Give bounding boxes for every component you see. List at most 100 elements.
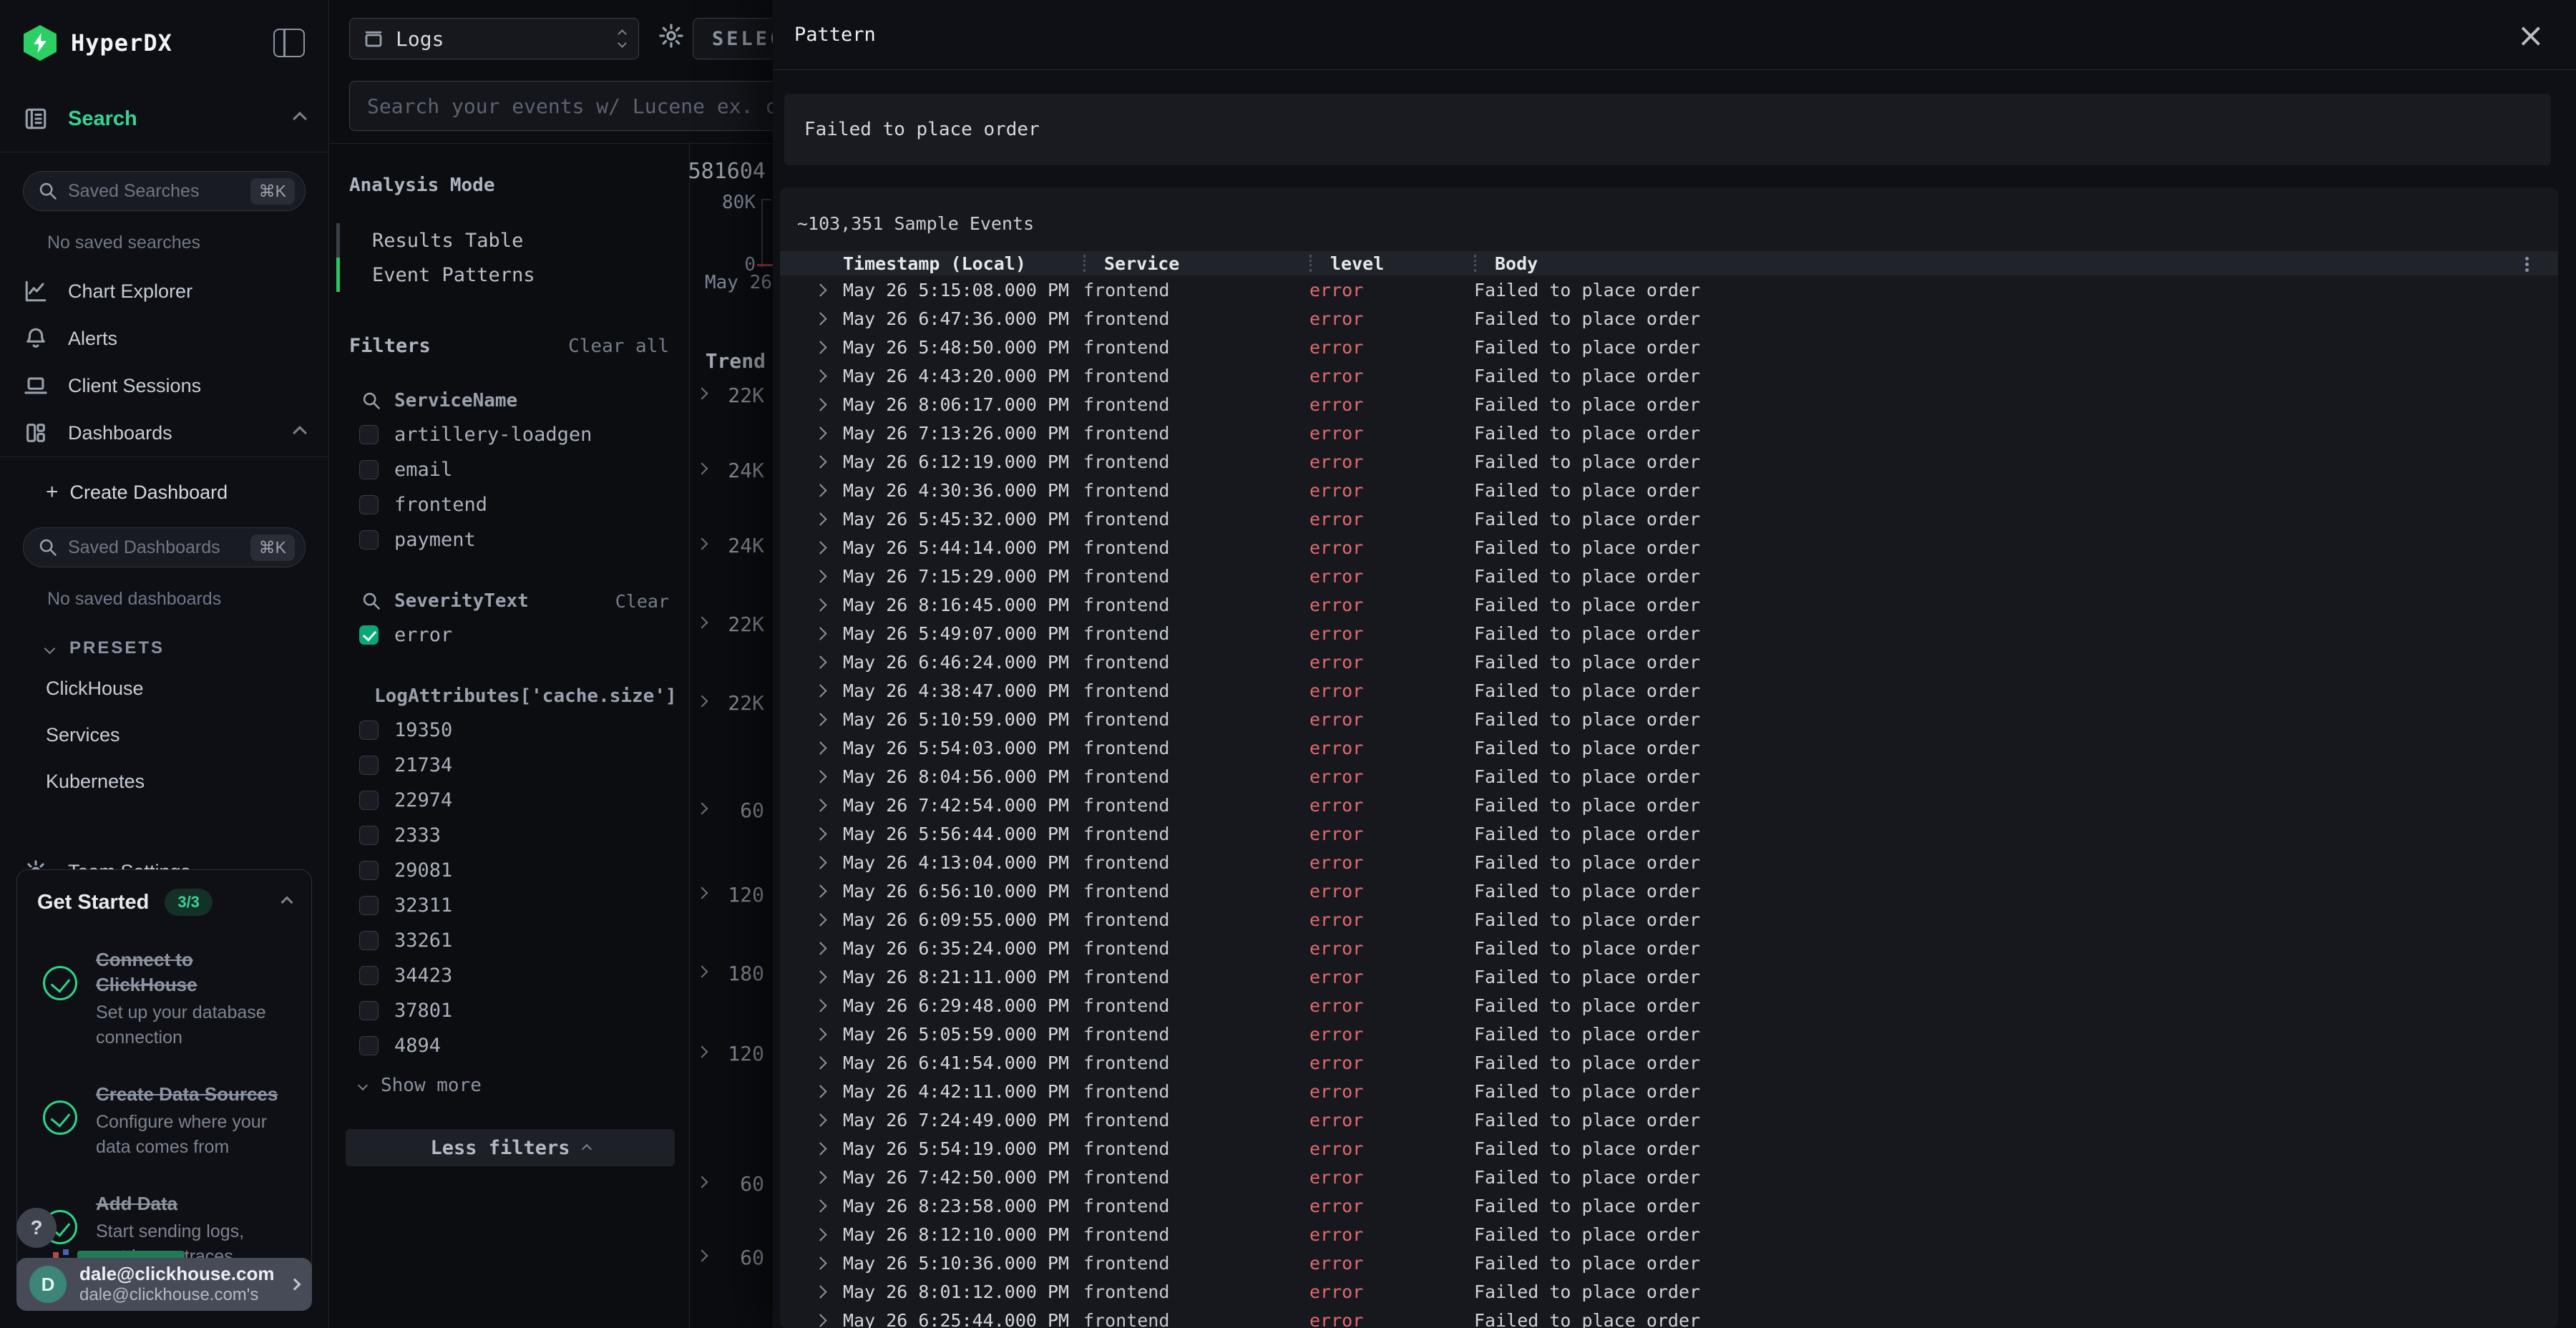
table-row[interactable]: May 26 7:42:54.000 PM frontend error Fai… (780, 791, 2558, 819)
table-row[interactable]: May 26 5:44:14.000 PM frontend error Fai… (780, 533, 2558, 562)
analysis-mode-results-table[interactable]: Results Table (336, 223, 689, 258)
row-expand-chevron-icon[interactable] (814, 1085, 826, 1098)
row-expand-chevron-icon[interactable] (814, 1142, 826, 1155)
filter-option[interactable]: 21734 (329, 748, 689, 783)
filter-option[interactable]: frontend (329, 487, 689, 522)
row-expand-chevron-icon[interactable] (814, 426, 826, 439)
table-row[interactable]: May 26 6:12:19.000 PM frontend error Fai… (780, 447, 2558, 476)
presets-toggle[interactable]: PRESETS (0, 614, 328, 658)
select-columns-button[interactable]: SELECT (693, 18, 773, 59)
preset-item[interactable]: ClickHouse (0, 665, 328, 712)
clear-all-button[interactable]: Clear all (568, 336, 669, 357)
close-icon[interactable]: × (2517, 19, 2545, 52)
row-expand-chevron-icon[interactable] (814, 398, 826, 411)
table-row[interactable]: May 26 8:16:45.000 PM frontend error Fai… (780, 590, 2558, 619)
sidebar-item-client-sessions[interactable]: Client Sessions (0, 362, 328, 409)
table-row[interactable]: May 26 6:29:48.000 PM frontend error Fai… (780, 991, 2558, 1020)
filter-option[interactable]: 22974 (329, 783, 689, 818)
pattern-row[interactable]: 22K (689, 608, 773, 640)
sidebar-item-search[interactable]: Search (0, 86, 328, 152)
expand-chevron-icon[interactable] (696, 388, 708, 400)
checkbox-unchecked[interactable] (359, 756, 379, 775)
pattern-row[interactable]: 60 (689, 794, 773, 826)
filter-option-error[interactable]: error (329, 617, 689, 653)
collapse-sidebar-icon[interactable] (273, 29, 305, 57)
help-button[interactable]: ? (16, 1208, 57, 1248)
row-expand-chevron-icon[interactable] (814, 1199, 826, 1212)
search-icon[interactable] (361, 591, 381, 611)
pattern-row[interactable]: 120 (689, 879, 773, 910)
row-expand-chevron-icon[interactable] (814, 341, 826, 353)
checkbox-unchecked[interactable] (359, 966, 379, 985)
get-started-item[interactable]: Create Data Sources Configure where your… (37, 1082, 291, 1160)
row-expand-chevron-icon[interactable] (814, 655, 826, 668)
filter-option[interactable]: 29081 (329, 853, 689, 888)
checkbox-unchecked[interactable] (359, 495, 379, 514)
row-expand-chevron-icon[interactable] (814, 455, 826, 468)
column-separator[interactable] (1083, 255, 1085, 272)
column-separator[interactable] (1309, 255, 1312, 272)
checkbox-unchecked[interactable] (359, 530, 379, 550)
filter-option[interactable]: payment (329, 522, 689, 557)
show-more-button[interactable]: Show more (329, 1063, 689, 1096)
row-expand-chevron-icon[interactable] (814, 541, 826, 554)
checkbox-unchecked[interactable] (359, 826, 379, 845)
table-row[interactable]: May 26 5:56:44.000 PM frontend error Fai… (780, 819, 2558, 848)
checkbox-unchecked[interactable] (359, 931, 379, 950)
row-expand-chevron-icon[interactable] (814, 1256, 826, 1269)
filter-option[interactable]: email (329, 452, 689, 487)
row-expand-chevron-icon[interactable] (814, 512, 826, 525)
table-row[interactable]: May 26 5:54:03.000 PM frontend error Fai… (780, 733, 2558, 762)
checkbox-unchecked[interactable] (359, 861, 379, 880)
row-expand-chevron-icon[interactable] (814, 369, 826, 382)
user-menu[interactable]: D dale@clickhouse.com dale@clickhouse.co… (16, 1258, 312, 1311)
table-row[interactable]: May 26 7:15:29.000 PM frontend error Fai… (780, 562, 2558, 590)
row-expand-chevron-icon[interactable] (814, 312, 826, 325)
pattern-row[interactable]: 24K (689, 529, 773, 561)
row-expand-chevron-icon[interactable] (814, 1113, 826, 1126)
analysis-mode-event-patterns[interactable]: Event Patterns (336, 258, 689, 292)
preset-item[interactable]: Services (0, 712, 328, 758)
chevron-up-icon[interactable] (293, 112, 307, 126)
less-filters-button[interactable]: Less filters (346, 1129, 675, 1166)
table-row[interactable]: May 26 5:10:59.000 PM frontend error Fai… (780, 705, 2558, 733)
sidebar-item-dashboards[interactable]: Dashboards (0, 409, 328, 456)
table-row[interactable]: May 26 6:56:10.000 PM frontend error Fai… (780, 877, 2558, 905)
table-row[interactable]: May 26 8:04:56.000 PM frontend error Fai… (780, 762, 2558, 791)
expand-chevron-icon[interactable] (696, 887, 708, 899)
checkbox-unchecked[interactable] (359, 896, 379, 915)
pattern-row[interactable]: 60 (689, 1168, 773, 1199)
expand-chevron-icon[interactable] (696, 463, 708, 475)
get-started-item[interactable]: Connect to ClickHouse Set up your databa… (37, 947, 291, 1050)
create-dashboard-button[interactable]: + Create Dashboard (0, 457, 328, 509)
row-expand-chevron-icon[interactable] (814, 970, 826, 983)
table-row[interactable]: May 26 6:41:54.000 PM frontend error Fai… (780, 1048, 2558, 1077)
chevron-up-icon[interactable] (293, 426, 307, 440)
row-expand-chevron-icon[interactable] (814, 741, 826, 754)
row-expand-chevron-icon[interactable] (814, 570, 826, 582)
table-row[interactable]: May 26 4:43:20.000 PM frontend error Fai… (780, 361, 2558, 390)
table-row[interactable]: May 26 8:21:11.000 PM frontend error Fai… (780, 962, 2558, 991)
table-row[interactable]: May 26 6:46:24.000 PM frontend error Fai… (780, 648, 2558, 676)
pattern-row[interactable]: 60 (689, 1241, 773, 1273)
table-row[interactable]: May 26 7:24:49.000 PM frontend error Fai… (780, 1105, 2558, 1134)
filter-option[interactable]: 37801 (329, 993, 689, 1028)
checkbox-unchecked[interactable] (359, 425, 379, 444)
pattern-row[interactable]: 22K (689, 687, 773, 718)
table-row[interactable]: May 26 4:13:04.000 PM frontend error Fai… (780, 848, 2558, 877)
event-search-input[interactable] (367, 94, 773, 118)
table-row[interactable]: May 26 8:12:10.000 PM frontend error Fai… (780, 1220, 2558, 1249)
checkbox-unchecked[interactable] (359, 1001, 379, 1020)
row-expand-chevron-icon[interactable] (814, 1171, 826, 1183)
table-row[interactable]: May 26 6:35:24.000 PM frontend error Fai… (780, 934, 2558, 962)
row-expand-chevron-icon[interactable] (814, 1228, 826, 1241)
row-expand-chevron-icon[interactable] (814, 1027, 826, 1040)
saved-searches-input[interactable] (68, 181, 243, 202)
row-expand-chevron-icon[interactable] (814, 770, 826, 783)
table-row[interactable]: May 26 5:49:07.000 PM frontend error Fai… (780, 619, 2558, 648)
column-separator[interactable] (1474, 255, 1476, 272)
table-row[interactable]: May 26 5:10:36.000 PM frontend error Fai… (780, 1249, 2558, 1277)
table-row[interactable]: May 26 8:23:58.000 PM frontend error Fai… (780, 1191, 2558, 1220)
expand-chevron-icon[interactable] (696, 803, 708, 815)
expand-chevron-icon[interactable] (696, 966, 708, 978)
